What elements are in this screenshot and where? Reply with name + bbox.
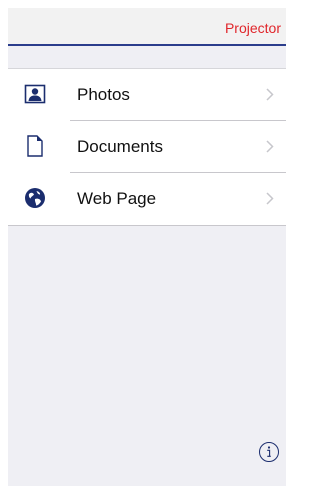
- menu-item-documents[interactable]: Documents: [8, 121, 286, 173]
- info-icon[interactable]: [258, 441, 280, 463]
- menu-item-web-page[interactable]: Web Page: [8, 173, 286, 225]
- photo-contact-icon: [24, 83, 46, 105]
- globe-icon: [24, 187, 46, 209]
- menu-item-label: Documents: [77, 137, 163, 156]
- app-screen: Projector Photos Documents Web Page: [8, 8, 286, 486]
- chevron-right-icon: [266, 140, 274, 153]
- document-icon: [24, 135, 46, 157]
- menu-item-photos[interactable]: Photos: [8, 69, 286, 121]
- projector-button[interactable]: Projector: [225, 20, 281, 36]
- menu-item-label: Photos: [77, 85, 130, 104]
- chevron-right-icon: [266, 192, 274, 205]
- chevron-right-icon: [266, 88, 274, 101]
- menu-list: Photos Documents Web Page: [8, 69, 286, 226]
- section-spacer: [8, 46, 286, 69]
- menu-item-label: Web Page: [77, 189, 157, 208]
- navigation-bar: Projector: [8, 8, 286, 46]
